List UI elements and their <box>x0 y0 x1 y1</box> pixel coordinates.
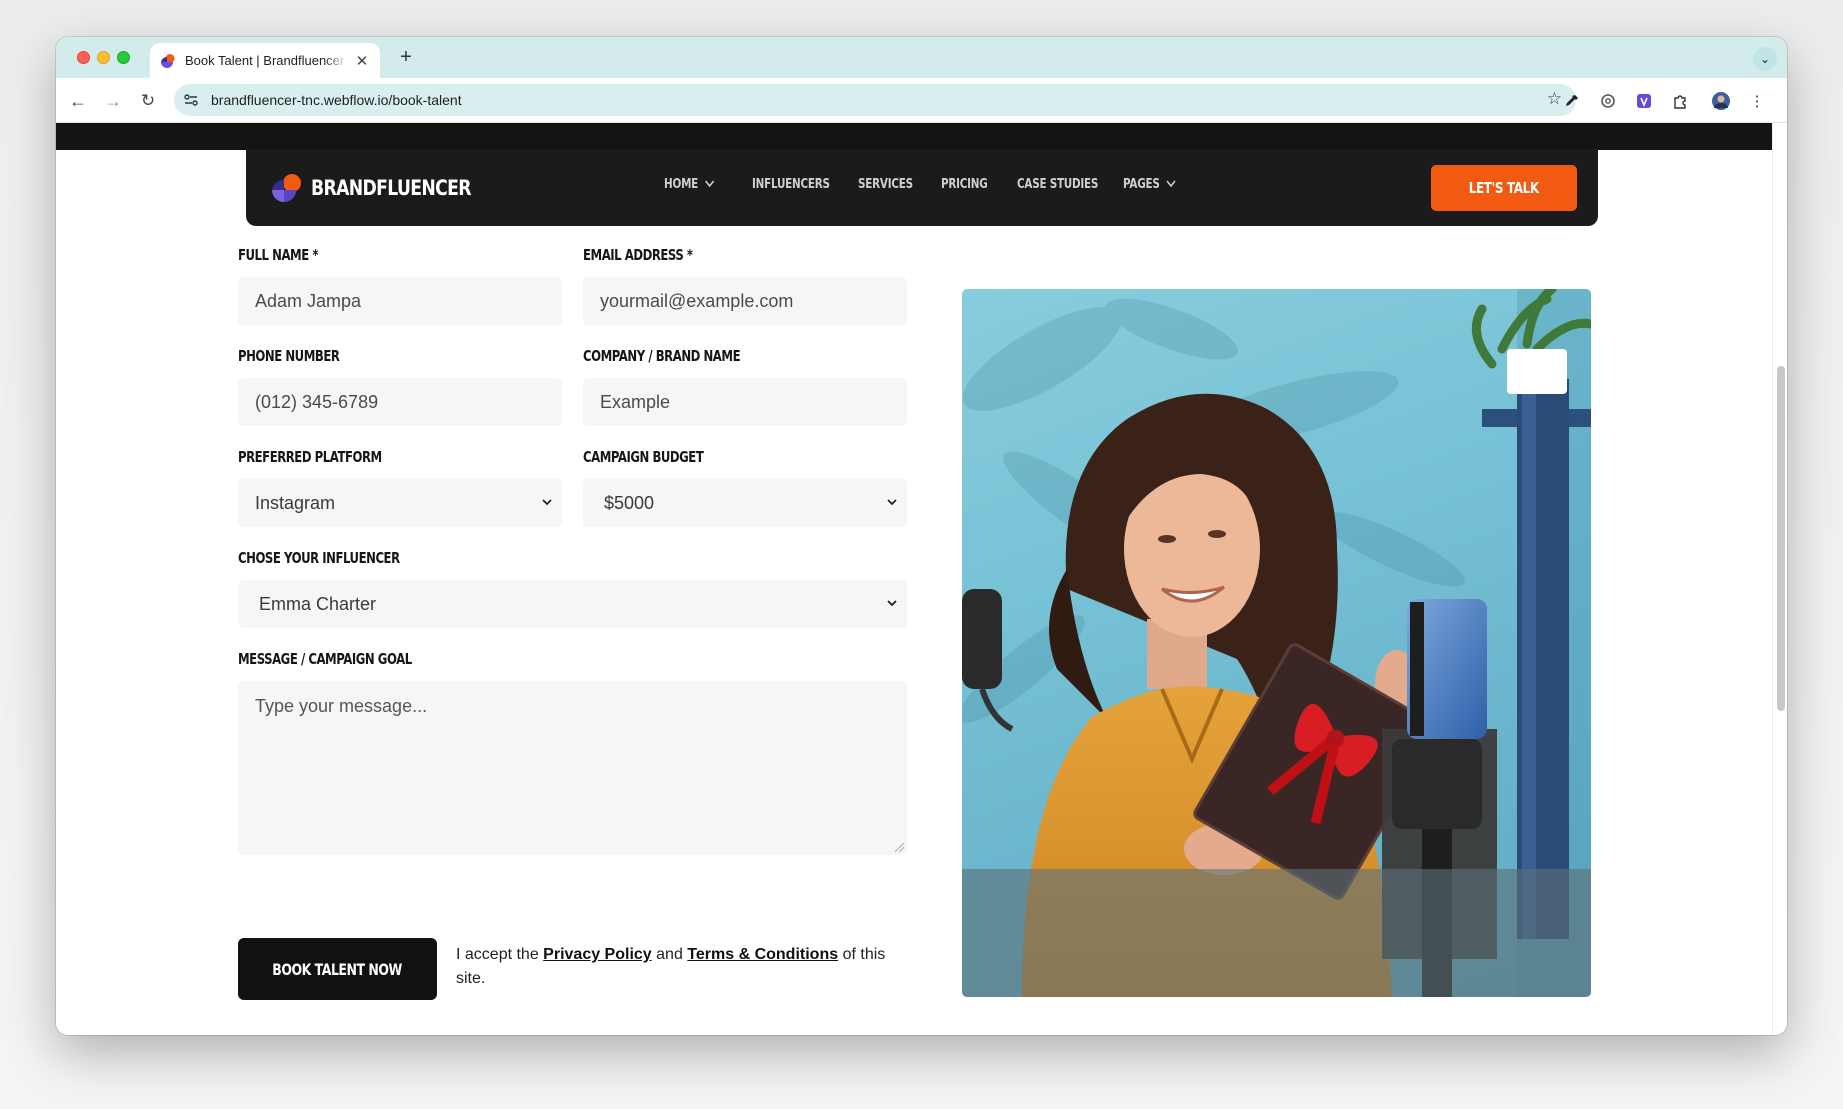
site-navbar: BRANDFLUENCER HOME INFLUENCERS SERVICES … <box>246 149 1598 226</box>
profile-avatar[interactable] <box>1710 90 1732 112</box>
message-placeholder: Type your message... <box>255 696 428 716</box>
nav-item-pages[interactable]: PAGES <box>1123 177 1187 192</box>
new-tab-icon[interactable]: + <box>394 46 418 69</box>
main-menu: HOME INFLUENCERS SERVICES PRICING CASE S… <box>664 177 1203 192</box>
phone-label: PHONE NUMBER <box>238 347 340 365</box>
platform-value: Instagram <box>255 492 336 513</box>
nav-item-label: PAGES <box>1123 177 1160 192</box>
nav-item-label: INFLUENCERS <box>752 177 830 192</box>
eyedropper-extension-icon[interactable] <box>1561 90 1583 112</box>
phone-input[interactable]: (012) 345-6789 <box>238 378 562 426</box>
full-name-placeholder: Adam Jampa <box>255 290 362 311</box>
company-placeholder: Example <box>600 391 671 412</box>
email-input[interactable]: yourmail@example.com <box>583 277 907 325</box>
brand-name: BRANDFLUENCER <box>311 176 471 200</box>
full-name-label: FULL NAME * <box>238 246 319 264</box>
full-name-input[interactable]: Adam Jampa <box>238 277 562 325</box>
tab-strip: Book Talent | Brandfluencer ✕ + ⌄ <box>56 37 1787 78</box>
resize-grip-icon[interactable] <box>895 843 904 852</box>
privacy-policy-link[interactable]: Privacy Policy <box>543 946 652 963</box>
close-tab-icon[interactable]: ✕ <box>354 52 370 70</box>
chevron-down-icon <box>887 595 897 610</box>
phone-placeholder: (012) 345-6789 <box>255 391 379 412</box>
top-announcement-bar <box>56 123 1772 150</box>
chevron-down-icon <box>887 494 897 509</box>
browser-toolbar: ← → ↻ brandfluencer-tnc.webflow.io/book-… <box>56 78 1787 123</box>
brand-logo-link[interactable]: BRANDFLUENCER <box>271 172 506 204</box>
nav-item-home[interactable]: HOME <box>664 177 734 192</box>
address-bar[interactable]: brandfluencer-tnc.webflow.io/book-talent… <box>174 84 1576 116</box>
tab-search-chevron-icon[interactable]: ⌄ <box>1753 47 1777 71</box>
minimize-window-button[interactable] <box>97 51 110 64</box>
forward-arrow-icon[interactable]: → <box>101 89 125 113</box>
chevron-down-icon <box>1166 178 1176 191</box>
browser-menu-icon[interactable]: ⋮ <box>1746 90 1768 112</box>
nav-item-label: PRICING <box>941 177 988 192</box>
lets-talk-button[interactable]: LET'S TALK <box>1431 165 1577 211</box>
brandfluencer-favicon-icon <box>160 53 176 69</box>
maximize-window-button[interactable] <box>117 51 130 64</box>
email-placeholder: yourmail@example.com <box>600 290 794 311</box>
nav-item-pricing[interactable]: PRICING <box>941 177 1002 192</box>
nav-item-services[interactable]: SERVICES <box>858 177 924 192</box>
budget-label: CAMPAIGN BUDGET <box>583 448 704 466</box>
influencer-photo <box>962 289 1591 997</box>
chevron-down-icon <box>542 494 552 509</box>
close-window-button[interactable] <box>77 51 90 64</box>
terms-conditions-link[interactable]: Terms & Conditions <box>687 946 838 963</box>
bookmark-star-icon[interactable]: ☆ <box>1547 89 1562 109</box>
budget-select[interactable]: $5000 <box>583 479 907 527</box>
reload-icon[interactable]: ↻ <box>136 89 160 113</box>
v-extension-icon[interactable] <box>1633 90 1655 112</box>
url-text: brandfluencer-tnc.webflow.io/book-talent <box>211 92 462 108</box>
tab-book-talent[interactable]: Book Talent | Brandfluencer ✕ <box>150 43 380 78</box>
page-viewport: BRANDFLUENCER HOME INFLUENCERS SERVICES … <box>56 123 1772 1035</box>
nav-item-influencers[interactable]: INFLUENCERS <box>752 177 837 192</box>
lets-talk-label: LET'S TALK <box>1468 179 1539 197</box>
tab-title: Book Talent | Brandfluencer <box>185 53 345 68</box>
browser-window: Book Talent | Brandfluencer ✕ + ⌄ ← → ↻ … <box>56 37 1787 1035</box>
nav-item-case-studies[interactable]: CASE STUDIES <box>1017 177 1102 192</box>
nav-item-label: CASE STUDIES <box>1017 177 1099 192</box>
back-arrow-icon[interactable]: ← <box>66 89 90 113</box>
chevron-down-icon <box>704 178 714 191</box>
nav-item-label: HOME <box>664 177 699 192</box>
consent-text: I accept the Privacy Policy and Terms & … <box>456 943 916 991</box>
company-input[interactable]: Example <box>583 378 907 426</box>
email-label: EMAIL ADDRESS * <box>583 246 693 264</box>
message-textarea[interactable]: Type your message... <box>238 681 907 855</box>
platform-label: PREFERRED PLATFORM <box>238 448 382 466</box>
platform-select[interactable]: Instagram <box>238 479 562 527</box>
scrollbar-thumb[interactable] <box>1777 366 1785 711</box>
company-label: COMPANY / BRAND NAME <box>583 347 741 365</box>
influencer-label: CHOSE YOUR INFLUENCER <box>238 549 400 567</box>
consent-and: and <box>656 946 683 963</box>
site-settings-icon[interactable] <box>177 86 205 114</box>
book-talent-now-button[interactable]: BOOK TALENT NOW <box>238 938 437 1000</box>
influencer-select[interactable]: Emma Charter <box>238 580 907 628</box>
grammar-extension-icon[interactable] <box>1597 90 1619 112</box>
influencer-photo-illustration <box>962 289 1591 997</box>
budget-value: $5000 <box>604 492 655 513</box>
message-label: MESSAGE / CAMPAIGN GOAL <box>238 650 412 668</box>
brandfluencer-logo-icon <box>271 172 303 204</box>
submit-label: BOOK TALENT NOW <box>272 959 403 979</box>
extensions-puzzle-icon[interactable] <box>1669 90 1691 112</box>
nav-item-label: SERVICES <box>858 177 913 192</box>
consent-prefix: I accept the <box>456 946 539 963</box>
influencer-value: Emma Charter <box>259 593 377 614</box>
page-scrollbar[interactable] <box>1772 123 1787 1035</box>
